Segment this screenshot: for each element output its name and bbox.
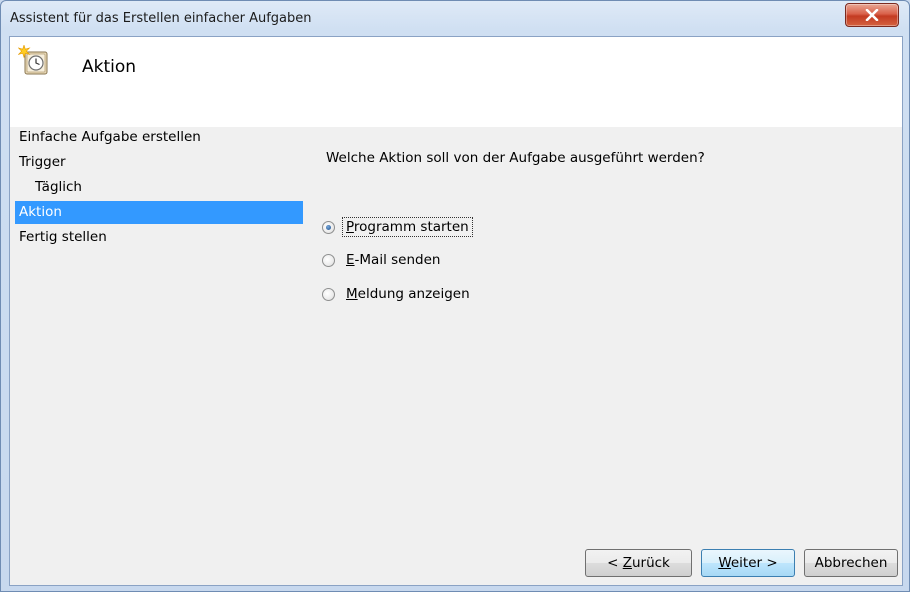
option-email-senden[interactable]: E-Mail senden: [322, 248, 444, 272]
title-bar[interactable]: Assistent für das Erstellen einfacher Au…: [1, 1, 909, 35]
step-item-einfache-aufgabe[interactable]: Einfache Aufgabe erstellen: [15, 126, 303, 149]
option-label-programm-starten[interactable]: Programm starten: [342, 217, 473, 237]
step-item-fertig-stellen[interactable]: Fertig stellen: [15, 226, 303, 249]
wizard-client-area: Aktion Einfache Aufgabe erstellen Trigge…: [9, 36, 903, 586]
scheduled-task-clock-icon: [17, 43, 50, 81]
wizard-window: Assistent für das Erstellen einfacher Au…: [0, 0, 910, 592]
radio-meldung-anzeigen[interactable]: [322, 287, 335, 301]
step-item-taeglich[interactable]: Täglich: [15, 176, 303, 199]
close-button[interactable]: [845, 3, 899, 27]
option-meldung-anzeigen[interactable]: Meldung anzeigen: [322, 282, 474, 306]
option-programm-starten[interactable]: Programm starten: [322, 215, 473, 239]
action-question: Welche Aktion soll von der Aufgabe ausge…: [326, 150, 705, 166]
wizard-header: Aktion: [10, 37, 902, 127]
window-title: Assistent für das Erstellen einfacher Au…: [10, 11, 312, 26]
cancel-button[interactable]: Abbrechen: [804, 549, 898, 577]
radio-email-senden[interactable]: [322, 253, 335, 267]
back-button[interactable]: < Zurück: [585, 549, 692, 577]
step-item-trigger[interactable]: Trigger: [15, 151, 303, 174]
step-item-aktion[interactable]: Aktion: [15, 201, 303, 224]
option-label-email-senden[interactable]: E-Mail senden: [342, 250, 444, 270]
page-title: Aktion: [82, 57, 137, 77]
radio-programm-starten[interactable]: [322, 220, 335, 234]
next-button[interactable]: Weiter >: [701, 549, 795, 577]
option-label-meldung-anzeigen[interactable]: Meldung anzeigen: [342, 284, 474, 304]
close-icon: [865, 9, 879, 21]
